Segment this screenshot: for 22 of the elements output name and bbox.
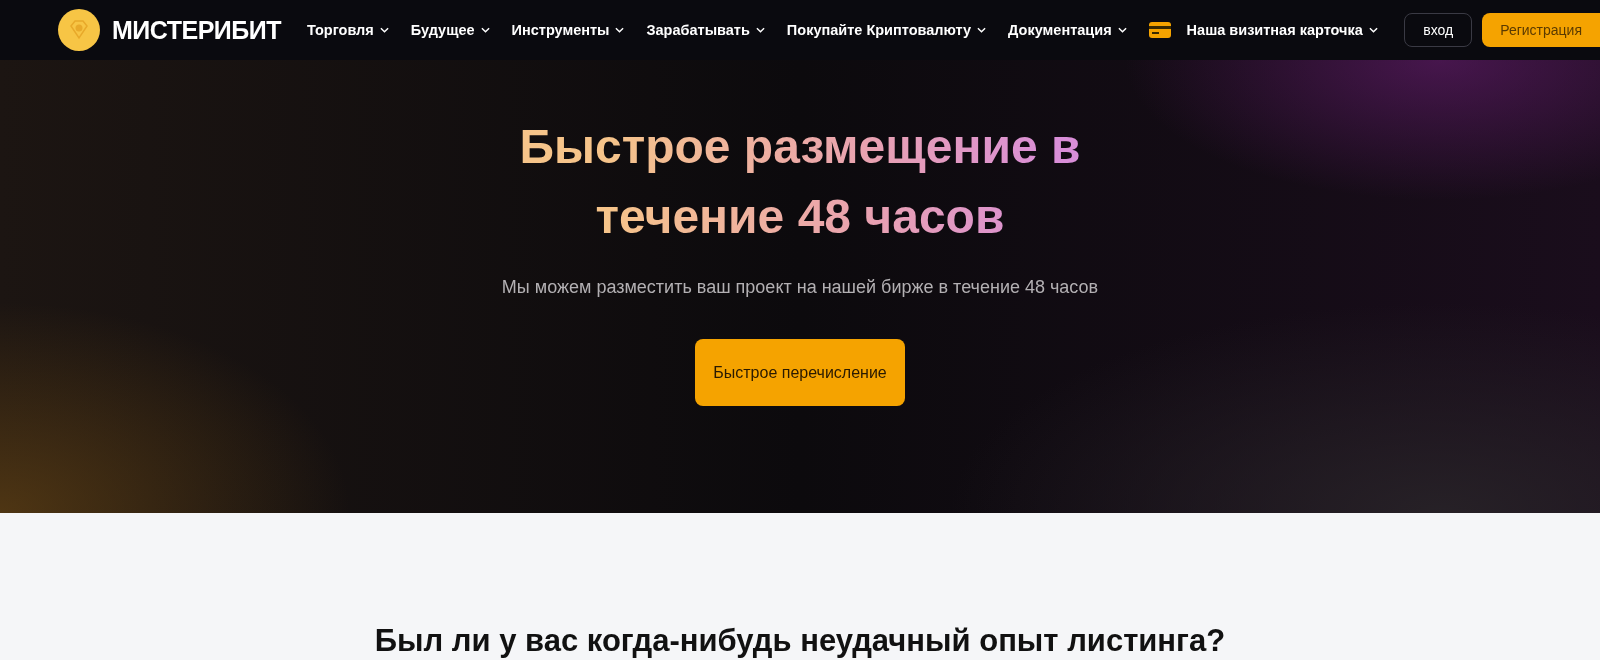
nav-item[interactable]: Документация [1008, 22, 1127, 38]
nav-item[interactable]: Зарабатывать [646, 22, 765, 38]
caret-icon [1117, 27, 1127, 33]
hero-subtitle: Мы можем разместить ваш проект на нашей бирже в течение 48 часов [500, 276, 1100, 299]
caret-icon [615, 27, 625, 33]
caret-icon [1368, 27, 1378, 33]
logo-icon[interactable] [58, 9, 100, 51]
nav-item[interactable]: Будущее [410, 22, 490, 38]
login-button[interactable]: вход [1404, 13, 1473, 47]
caret-icon [379, 27, 389, 33]
caret-icon [480, 27, 490, 33]
caret-icon [977, 27, 987, 33]
nav-item[interactable]: Покупайте Криптовалюту [786, 22, 987, 38]
nav-item[interactable]: Наша визитная карточка [1148, 22, 1378, 38]
register-button[interactable]: Регистрация [1482, 13, 1600, 47]
card-icon [1148, 22, 1171, 38]
caret-icon [755, 27, 765, 33]
brand-name[interactable]: МИСТЕРИБИТ [112, 15, 282, 45]
nav-item[interactable]: Торговля [307, 22, 389, 38]
section-heading: Был ли у вас когда-нибудь неудачный опыт листинга? [374, 623, 1226, 659]
cta-button[interactable]: Быстрое перечисление [695, 339, 905, 406]
nav-item[interactable]: Инструменты [511, 22, 625, 38]
